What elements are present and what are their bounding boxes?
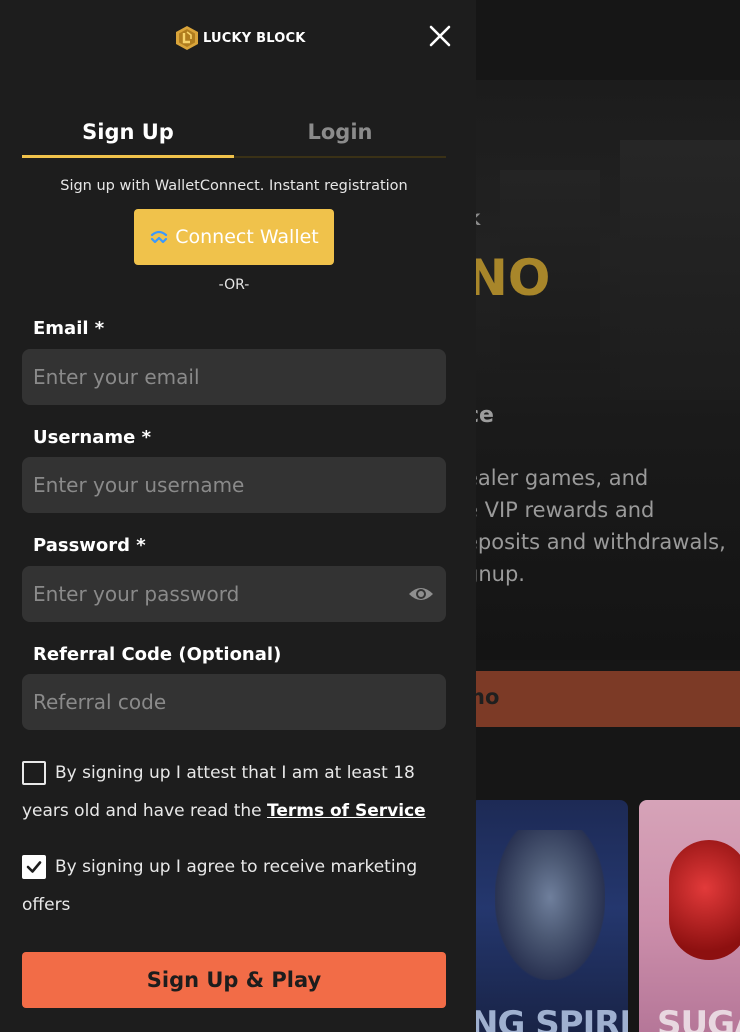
game-card-title: NG SPIRIT — [470, 1004, 628, 1032]
walletconnect-intro: Sign up with WalletConnect. Instant regi… — [60, 178, 408, 194]
terms-of-service-link[interactable]: Terms of Service — [267, 801, 426, 821]
logo-text: LUCKY BLOCK — [203, 30, 306, 46]
password-input[interactable] — [22, 566, 446, 622]
email-input[interactable] — [22, 349, 446, 405]
tab-login[interactable]: Login — [234, 112, 446, 156]
username-input[interactable] — [22, 457, 446, 513]
referral-label: Referral Code (Optional) — [33, 644, 282, 665]
game-card-sugar[interactable]: SUGA — [639, 800, 740, 1032]
walletconnect-icon — [151, 230, 168, 244]
show-password-eye-icon[interactable] — [408, 582, 434, 606]
password-field-box — [22, 566, 446, 622]
close-icon[interactable] — [426, 22, 454, 50]
age-consent-text: By signing up I attest that I am at leas… — [22, 754, 452, 830]
game-card-title: SUGA — [657, 1004, 740, 1032]
hero-body-line: e VIP rewards and — [465, 498, 655, 522]
game-card-wolf[interactable]: NG SPIRIT — [470, 800, 628, 1032]
marketing-consent-text: By signing up I agree to receive marketi… — [22, 848, 452, 924]
logo: LUCKY BLOCK — [175, 24, 306, 52]
hero-title: NO — [466, 249, 551, 307]
hero-body: ealer games, and e VIP rewards and eposi… — [465, 462, 740, 590]
marketing-consent-label: By signing up I agree to receive marketi… — [22, 857, 418, 915]
signup-panel: LUCKY BLOCK Sign Up Login Sign up with W… — [0, 0, 476, 1032]
hero-cta-button[interactable]: no — [470, 671, 740, 727]
email-field-box — [22, 349, 446, 405]
hero-body-line: ealer games, and — [465, 466, 649, 490]
active-tab-indicator — [22, 155, 234, 158]
username-label: Username * — [33, 427, 152, 448]
connect-wallet-label: Connect Wallet — [175, 226, 319, 248]
sign-up-and-play-button[interactable]: Sign Up & Play — [22, 952, 446, 1008]
tab-sign-up[interactable]: Sign Up — [22, 112, 234, 156]
username-field-box — [22, 457, 446, 513]
referral-field-box — [22, 674, 446, 730]
auth-tabs: Sign Up Login — [22, 112, 446, 158]
hero-body-line: eposits and withdrawals, — [465, 530, 726, 554]
connect-wallet-button[interactable]: Connect Wallet — [134, 209, 334, 265]
email-label: Email * — [33, 318, 105, 339]
hero-body-line: gnup. — [465, 562, 525, 586]
password-label: Password * — [33, 535, 146, 556]
referral-input[interactable] — [22, 674, 446, 730]
or-separator: -OR- — [218, 277, 250, 293]
lucky-block-logo-icon — [176, 26, 198, 50]
